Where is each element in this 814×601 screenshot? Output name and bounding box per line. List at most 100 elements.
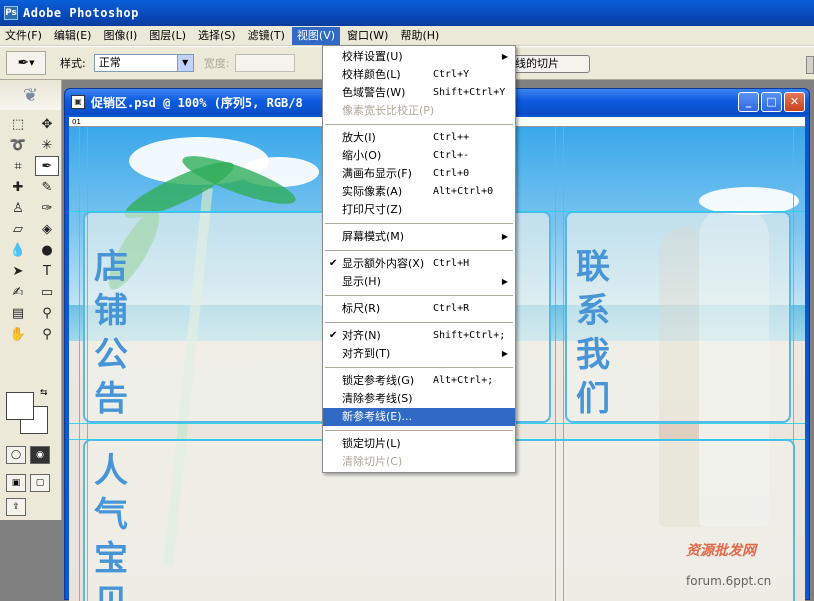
eraser-tool-icon[interactable]: ▱	[6, 219, 30, 239]
view-menu-item[interactable]: 缩小(O) Ctrl+-	[323, 147, 515, 165]
menu-layer[interactable]: 图层(L)	[144, 27, 191, 45]
view-menu-item-shortcut: Shift+Ctrl+;	[433, 330, 506, 341]
app-title-bar: Ps Adobe Photoshop	[0, 0, 814, 26]
view-menu-item-label: 满画布显示(F)	[342, 167, 412, 180]
menu-window[interactable]: 窗口(W)	[342, 27, 393, 45]
view-menu-item[interactable]: 标尺(R) Ctrl+R	[323, 300, 515, 318]
quick-mask-button[interactable]: ◉	[30, 446, 50, 464]
type-tool-icon[interactable]: T	[35, 261, 59, 281]
style-value: 正常	[98, 56, 121, 69]
view-menu-item[interactable]: 放大(I) Ctrl++	[323, 129, 515, 147]
document-title: 促销区.psd @ 100% (序列5, RGB/8	[91, 95, 303, 110]
menu-file[interactable]: 文件(F)	[0, 27, 47, 45]
pen-tool-icon[interactable]: ✍	[6, 282, 30, 302]
guide-vertical[interactable]	[555, 127, 556, 601]
standard-mode-button[interactable]: ◯	[6, 446, 26, 464]
close-button[interactable]: ✕	[784, 92, 805, 112]
view-menu-item[interactable]: 锁定参考线(G) Alt+Ctrl+;	[323, 372, 515, 390]
app-title: Adobe Photoshop	[23, 6, 139, 20]
jump-to-imageready-button[interactable]: ⇪	[6, 498, 26, 516]
view-menu-dropdown: 校样设置(U) ▶ 校样颜色(L) Ctrl+Y 色域警告(W) Shift+Ctrl+Y…	[322, 45, 516, 473]
view-menu-item-label: 缩小(O)	[342, 149, 382, 162]
tools-palette: ❦ ⬚ ✥ ➰ ✳ ⌗ ✒ ✚ ✎ ♙ ✑ ▱ ◈ 💧 ● ➤ T ✍ ▭ ▤ …	[0, 80, 62, 520]
zoom-tool-icon[interactable]: ⚲	[35, 324, 59, 344]
paint-bucket-tool-icon[interactable]: ◈	[35, 219, 59, 239]
screen-mode-standard-button[interactable]: ▣	[6, 474, 26, 492]
swap-colors-icon[interactable]: ⇆	[40, 388, 48, 398]
history-brush-tool-icon[interactable]: ✑	[35, 198, 59, 218]
shape-tool-icon[interactable]: ▭	[35, 282, 59, 302]
width-input[interactable]	[235, 54, 296, 72]
document-icon: ▣	[71, 95, 85, 109]
foreground-color-swatch[interactable]	[6, 392, 34, 420]
style-select[interactable]: 正常 ▼	[93, 54, 194, 72]
menu-edit[interactable]: 编辑(E)	[49, 27, 97, 45]
view-menu-item-label: 校样颜色(L)	[342, 68, 401, 81]
feather-logo-icon: ❦	[0, 80, 61, 110]
marquee-tool-icon[interactable]: ⬚	[6, 114, 30, 134]
path-selection-tool-icon[interactable]: ➤	[6, 261, 30, 281]
view-menu-item-shortcut: Ctrl+Y	[433, 69, 470, 80]
menu-view[interactable]: 视图(V)	[291, 26, 341, 45]
view-menu-item[interactable]: 校样颜色(L) Ctrl+Y	[323, 66, 515, 84]
watermark-text: 资源批发网	[686, 543, 756, 559]
view-menu-item[interactable]: 显示(H) ▶	[323, 273, 515, 291]
view-menu-item-label: 实际像素(A)	[342, 185, 403, 198]
guide-vertical[interactable]	[793, 127, 794, 601]
view-menu-item[interactable]: 对齐到(T) ▶	[323, 345, 515, 363]
hand-tool-icon[interactable]: ✋	[6, 324, 30, 344]
move-tool-icon[interactable]: ✥	[35, 114, 59, 134]
view-menu-item-label: 清除切片(C)	[342, 455, 403, 468]
guide-vertical[interactable]	[563, 127, 564, 601]
brush-tool-icon[interactable]: ✎	[35, 177, 59, 197]
menu-filter[interactable]: 滤镜(T)	[243, 27, 290, 45]
slice-tool-icon[interactable]: ✒	[35, 156, 59, 176]
contact-heading: 联系我们	[576, 247, 610, 419]
store-notice-heading: 店铺公告	[94, 247, 128, 419]
maximize-button[interactable]: □	[761, 92, 782, 112]
guide-vertical[interactable]	[79, 127, 80, 601]
view-menu-item-label: 新参考线(E)...	[342, 410, 413, 423]
view-menu-item-label: 显示额外内容(X)	[342, 257, 425, 270]
menu-help[interactable]: 帮助(H)	[395, 27, 444, 45]
view-menu-item[interactable]: 锁定切片(L)	[323, 435, 515, 453]
magic-wand-tool-icon[interactable]: ✳	[35, 135, 59, 155]
menu-separator	[323, 363, 515, 372]
lasso-tool-icon[interactable]: ➰	[6, 135, 30, 155]
view-menu-item[interactable]: 清除参考线(S)	[323, 390, 515, 408]
screen-mode-full-menu-button[interactable]: ▢	[30, 474, 50, 492]
submenu-arrow-icon: ▶	[501, 52, 508, 61]
view-menu-item-label: 锁定切片(L)	[342, 437, 401, 450]
view-menu-item-shortcut: Ctrl+H	[433, 258, 470, 269]
tool-preset-picker[interactable]: ✒ ▼	[6, 51, 46, 75]
view-menu-item[interactable]: 色域警告(W) Shift+Ctrl+Y	[323, 84, 515, 102]
notes-tool-icon[interactable]: ▤	[6, 303, 30, 323]
view-menu-item[interactable]: 屏幕模式(M) ▶	[323, 228, 515, 246]
view-menu-item-label: 锁定参考线(G)	[342, 374, 415, 387]
menu-select[interactable]: 选择(S)	[193, 27, 241, 45]
dodge-tool-icon[interactable]: ●	[35, 240, 59, 260]
view-menu-item[interactable]: 校样设置(U) ▶	[323, 48, 515, 66]
view-menu-item[interactable]: 新参考线(E)...	[323, 408, 515, 426]
palette-well-tab[interactable]	[806, 56, 814, 74]
healing-brush-tool-icon[interactable]: ✚	[6, 177, 30, 197]
blur-tool-icon[interactable]: 💧	[6, 240, 30, 260]
minimize-button[interactable]: _	[738, 92, 759, 112]
menu-separator	[323, 426, 515, 435]
guide-vertical[interactable]	[87, 127, 88, 601]
chevron-down-icon: ▼	[176, 55, 193, 71]
view-menu-item[interactable]: 满画布显示(F) Ctrl+0	[323, 165, 515, 183]
eyedropper-tool-icon[interactable]: ⚲	[35, 303, 59, 323]
menu-image[interactable]: 图像(I)	[98, 27, 142, 45]
clone-stamp-tool-icon[interactable]: ♙	[6, 198, 30, 218]
view-menu-item-shortcut: Alt+Ctrl+0	[433, 186, 494, 197]
screen-mode-row: ▣ ▢	[6, 474, 50, 492]
view-menu-item[interactable]: ✔ 显示额外内容(X) Ctrl+H	[323, 255, 515, 273]
view-menu-item[interactable]: 实际像素(A) Alt+Ctrl+0	[323, 183, 515, 201]
view-menu-item[interactable]: 打印尺寸(Z)	[323, 201, 515, 219]
view-menu-item[interactable]: ✔ 对齐(N) Shift+Ctrl+;	[323, 327, 515, 345]
view-menu-item-label: 像素宽长比校正(P)	[342, 104, 435, 117]
slice-from-guides-button[interactable]: 线的切片	[508, 55, 590, 73]
menu-separator	[323, 246, 515, 255]
crop-tool-icon[interactable]: ⌗	[6, 156, 30, 176]
